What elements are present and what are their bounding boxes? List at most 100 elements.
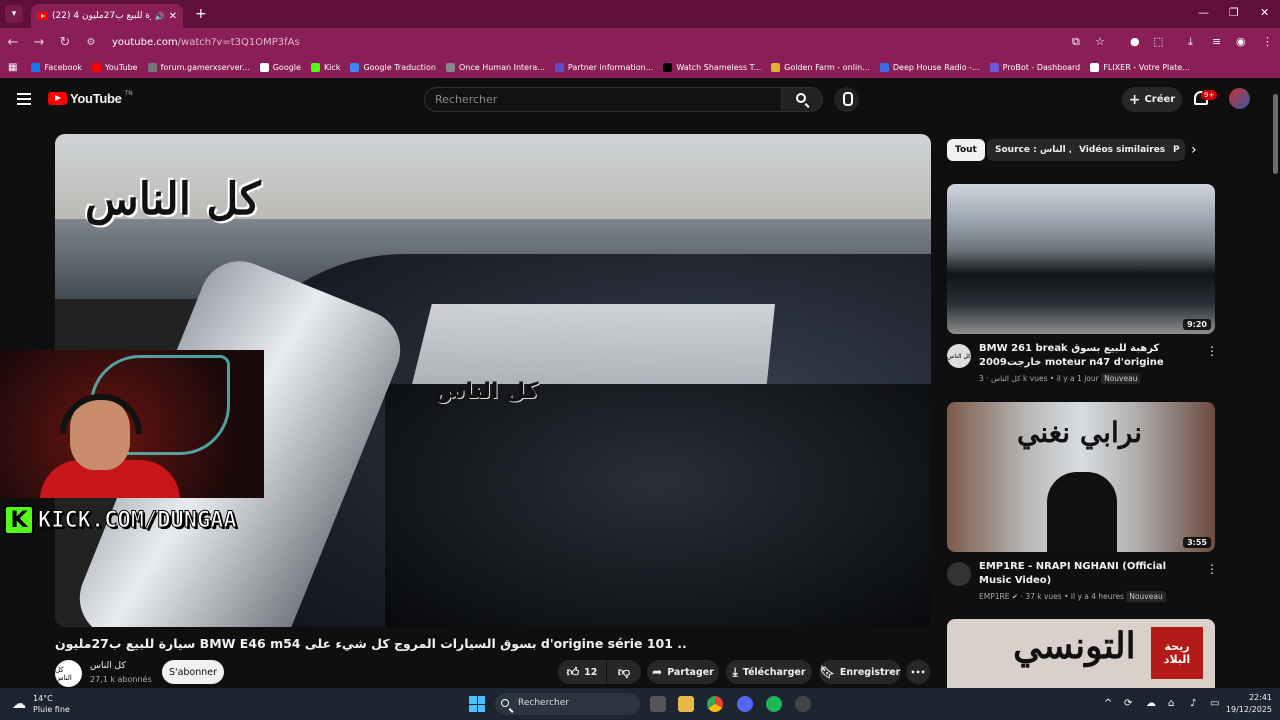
close-window-button[interactable]: ✕ — [1260, 6, 1269, 19]
search-input[interactable]: Rechercher — [424, 87, 782, 112]
recommendation-thumbnail[interactable]: نرابي نغني 3:55 — [947, 402, 1215, 552]
thumbnail-text: نرابي نغني — [1017, 416, 1142, 449]
tray-expand-icon[interactable]: ^ — [1104, 698, 1112, 709]
bookmark-favicon-icon — [92, 62, 102, 72]
spotify-icon[interactable] — [766, 696, 782, 712]
bookmark-item[interactable]: Golden Farm - onlin... — [771, 62, 870, 72]
more-options-icon[interactable]: ⋮ — [1206, 562, 1218, 576]
recommendation-meta: كل الناس · 3 k vues • il y a 1 jour Nouv… — [979, 373, 1141, 384]
bookmark-item[interactable]: forum.gamerxserver... — [147, 62, 250, 72]
recommendation-title[interactable]: كرهبة للبيع بسوق BMW 261 break moteur n4… — [979, 342, 1194, 370]
save-button[interactable]: 🔖︎ Enregistrer — [819, 660, 901, 684]
chrome-icon[interactable] — [707, 696, 723, 712]
extensions-icon[interactable]: ⬚ — [1153, 35, 1163, 48]
tray-sync-icon[interactable]: ⟳ — [1124, 698, 1132, 709]
recommendation-title[interactable]: EMP1RE - NRAPI NGHANI (Official Music Vi… — [979, 560, 1194, 588]
bookmark-star-icon[interactable]: ☆ — [1095, 35, 1105, 48]
country-code: TN — [124, 90, 133, 97]
url-field[interactable]: youtube.com/watch?v=t3Q1OMP3fAs — [112, 37, 300, 48]
profile-icon[interactable]: ◉ — [1236, 35, 1246, 48]
weather-cloud-icon[interactable]: ☁ — [12, 696, 26, 712]
bookmark-item[interactable]: ProBot - Dashboard — [989, 62, 1080, 72]
app-icon[interactable] — [795, 696, 811, 712]
tray-battery-icon[interactable]: ▭ — [1210, 698, 1219, 709]
bookmark-item[interactable]: Google — [259, 62, 301, 72]
bookmark-item[interactable]: Once Human Intera... — [445, 62, 545, 72]
scrollbar-thumb[interactable] — [1273, 94, 1278, 174]
playlist-icon[interactable]: ≡ — [1212, 35, 1221, 48]
speaker-icon[interactable]: 🔊 — [155, 12, 165, 21]
windows-taskbar: ☁ 14°C Pluie fine Rechercher ^ ⟳ ☁ ⌂ ♪ ▭… — [0, 688, 1280, 720]
dislike-button[interactable]: 👎︎ — [607, 660, 641, 684]
taskbar-date[interactable]: 19/12/2025 — [1220, 705, 1272, 714]
forward-button[interactable]: → — [26, 35, 52, 50]
bookmark-item[interactable]: Kick — [310, 62, 341, 72]
recommendation-thumbnail[interactable]: التونسي ريحة البلاد — [947, 619, 1215, 688]
create-button[interactable]: + Créer — [1122, 87, 1182, 112]
extension-badge-icon[interactable]: ● — [1130, 35, 1140, 48]
tab-youtube[interactable]: (22) سيارة للبيع ب27مليون 4 🔊 ✕ — [31, 4, 183, 28]
bookmark-item[interactable]: Deep House Radio -... — [879, 62, 980, 72]
account-avatar[interactable] — [1229, 88, 1250, 109]
tab-search-button[interactable]: ▾ — [5, 5, 23, 23]
bookmark-item[interactable]: YouTube — [92, 62, 138, 72]
video-frame-car-interior — [385, 384, 931, 627]
recommendation-channel[interactable]: EMP1RE — [979, 592, 1009, 601]
channel-avatar[interactable]: كل الناس — [55, 660, 82, 687]
more-actions-button[interactable]: ••• — [906, 660, 930, 684]
new-tab-button[interactable]: + — [195, 6, 207, 22]
minimize-button[interactable]: — — [1198, 6, 1209, 19]
discord-icon[interactable] — [737, 696, 753, 712]
video-duration: 3:55 — [1183, 537, 1211, 548]
tray-speaker-icon[interactable]: ♪ — [1190, 698, 1196, 709]
chip-similar[interactable]: Vidéos similaires — [1071, 139, 1174, 161]
back-button[interactable]: ← — [0, 35, 26, 50]
chevron-right-icon[interactable]: › — [1191, 142, 1197, 158]
bookmark-item[interactable]: FLIXER - Votre Plate... — [1090, 62, 1190, 72]
bookmark-item[interactable]: Google Traduction — [350, 62, 436, 72]
bookmark-label: Kick — [323, 62, 341, 72]
hamburger-menu-icon[interactable] — [17, 93, 31, 105]
file-explorer-icon[interactable] — [678, 696, 694, 712]
recommendation-channel[interactable]: كل الناس — [991, 374, 1021, 383]
channel-avatar[interactable] — [947, 562, 971, 586]
tray-cloud-icon[interactable]: ☁ — [1146, 698, 1156, 709]
channel-name[interactable]: كل الناس — [90, 661, 126, 671]
taskbar-time[interactable]: 22:41 — [1238, 693, 1272, 702]
bookmarks-bar: ▦ Facebook YouTube forum.gamerxserver... Go… — [0, 56, 1280, 78]
recommendation-thumbnail[interactable]: 9:20 — [947, 184, 1215, 334]
share-label: Partager — [667, 666, 714, 678]
download-icon[interactable]: ⤓ — [1188, 35, 1193, 49]
share-arrow-icon: ➦ — [652, 665, 663, 679]
taskbar-search[interactable]: Rechercher — [495, 693, 640, 715]
chip-all[interactable]: Tout — [947, 139, 985, 161]
like-button[interactable]: 👍︎ 12 — [558, 660, 606, 684]
apps-grid-icon[interactable]: ▦ — [8, 62, 17, 73]
browser-menu-icon[interactable]: ⋮ — [1262, 35, 1273, 48]
download-button[interactable]: ⤓ Télécharger — [726, 660, 812, 684]
task-view-icon[interactable] — [650, 696, 666, 712]
subscribe-button[interactable]: S'abonner — [162, 660, 224, 684]
reload-button[interactable]: ↻ — [52, 35, 78, 50]
cast-icon[interactable]: ⧉ — [1072, 35, 1080, 49]
download-label: Télécharger — [742, 666, 806, 678]
bookmark-item[interactable]: Watch Shameless T... — [663, 62, 761, 72]
chip-next[interactable]: P — [1165, 139, 1185, 161]
search-icon — [501, 699, 509, 707]
site-info-icon[interactable]: ⚙ — [78, 37, 104, 48]
kick-logo-icon: K — [4, 505, 34, 535]
tab-close-icon[interactable]: ✕ — [169, 11, 177, 22]
search-button[interactable] — [781, 87, 823, 112]
channel-avatar[interactable]: كل الناس — [947, 344, 971, 368]
youtube-logo[interactable]: YouTube TN — [48, 90, 133, 106]
bookmark-item[interactable]: Facebook — [31, 62, 82, 72]
restore-button[interactable]: ❐ — [1229, 6, 1239, 19]
share-button[interactable]: ➦ Partager — [647, 660, 719, 684]
bookmark-favicon-icon — [989, 62, 999, 72]
tray-network-icon[interactable]: ⌂ — [1168, 698, 1174, 709]
bookmark-item[interactable]: Partner information... — [554, 62, 653, 72]
voice-search-mic-icon[interactable] — [834, 87, 859, 112]
like-count: 12 — [584, 666, 598, 678]
windows-start-icon[interactable] — [469, 696, 485, 712]
more-options-icon[interactable]: ⋮ — [1206, 344, 1218, 358]
